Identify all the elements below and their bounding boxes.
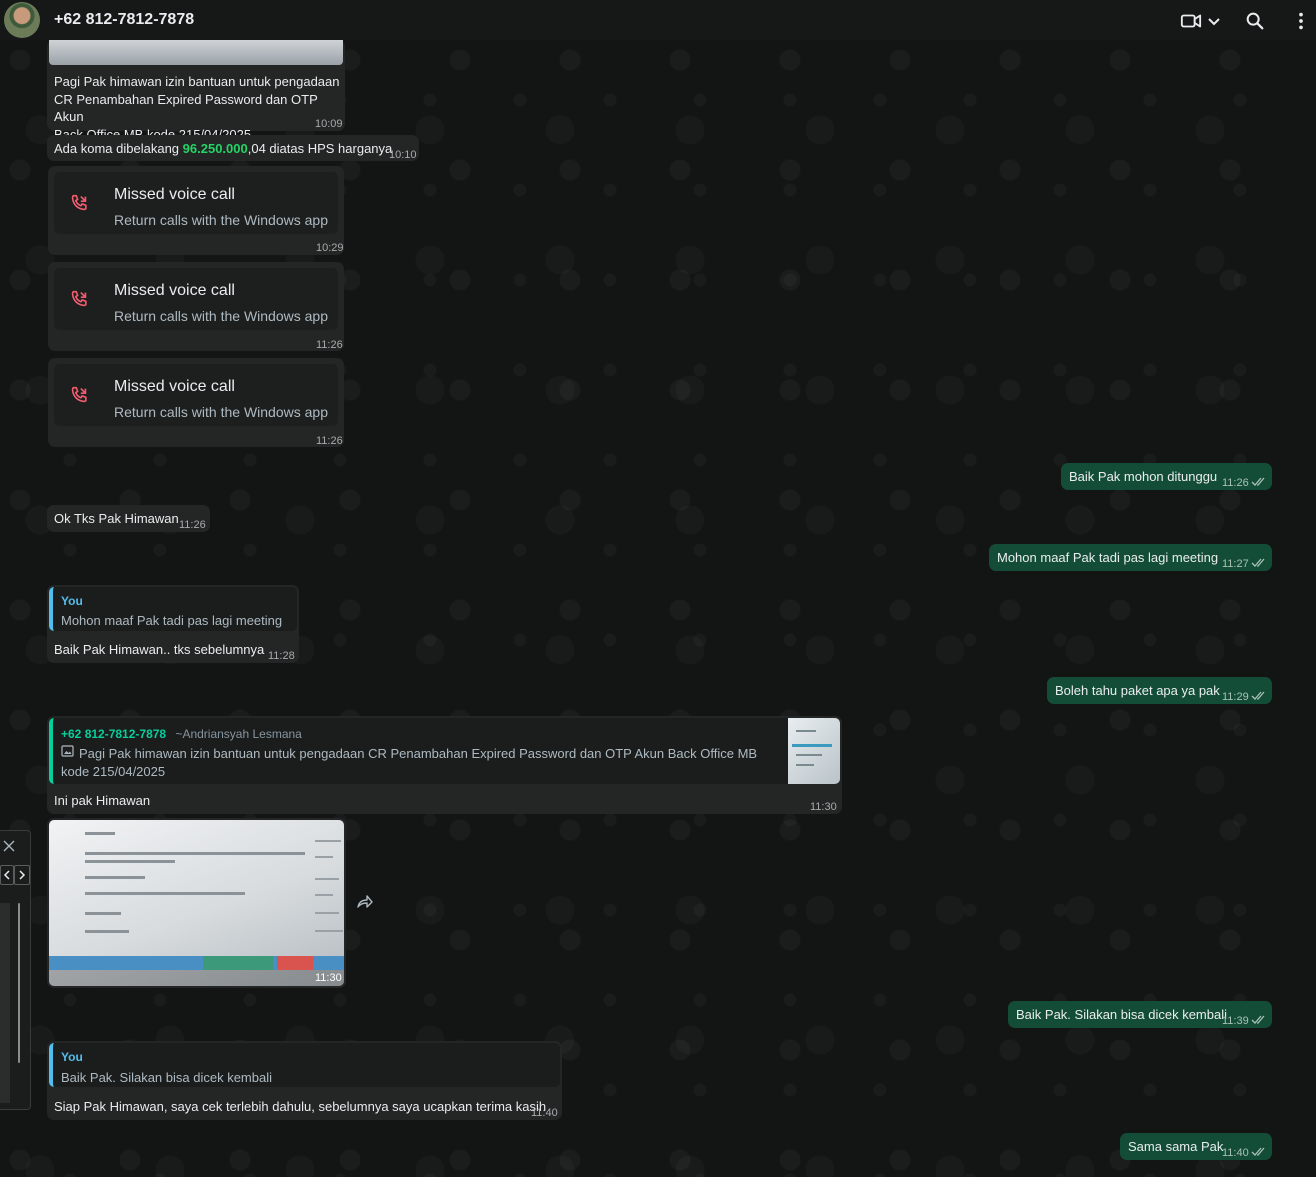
- quoted-message[interactable]: +62 812-7812-7878 ~Andriansyah Lesmana P…: [49, 718, 840, 784]
- message-text: Sama sama Pak: [1128, 1139, 1224, 1154]
- next-button[interactable]: [14, 865, 30, 885]
- missed-call-card[interactable]: Missed voice call Return calls with the …: [48, 262, 344, 351]
- close-icon[interactable]: [3, 839, 15, 852]
- message-text: Siap Pak Himawan, saya cek terlebih dahu…: [54, 1099, 547, 1114]
- message-text: Ada koma dibelakang: [54, 141, 183, 156]
- read-ticks-icon: [1251, 1015, 1265, 1024]
- message-incoming[interactable]: +62 812-7812-7878 ~Andriansyah Lesmana P…: [47, 716, 842, 814]
- quote-author: You: [61, 594, 83, 608]
- message-time: 11:28: [268, 650, 295, 662]
- quote-text: Mohon maaf Pak tadi pas lagi meeting: [61, 613, 283, 628]
- document-photo[interactable]: [49, 820, 344, 986]
- call-title: Missed voice call: [114, 378, 235, 395]
- image-message[interactable]: 11:30: [47, 818, 346, 988]
- message-time: 11:39: [1222, 1015, 1249, 1027]
- quote-thumbnail: [788, 718, 840, 784]
- missed-call-icon: [68, 288, 90, 310]
- quote-text: Baik Pak. Silakan bisa dicek kembali: [61, 1070, 272, 1085]
- image-icon: [61, 745, 75, 758]
- read-ticks-icon: [1251, 477, 1265, 486]
- call-subtitle: Return calls with the Windows app: [114, 404, 328, 420]
- quote-author: You: [61, 1050, 83, 1064]
- quote-text: kode 215/04/2025: [61, 764, 166, 779]
- forward-icon[interactable]: [356, 894, 374, 910]
- message-incoming[interactable]: Ok Tks Pak Himawan 11:26: [47, 505, 210, 532]
- scrollbar[interactable]: [18, 903, 20, 1063]
- message-time: 11:26: [316, 435, 343, 447]
- prev-button[interactable]: [0, 865, 14, 885]
- quoted-message[interactable]: You Mohon maaf Pak tadi pas lagi meeting: [49, 587, 297, 631]
- message-text: ,04 diatas HPS harganya: [247, 141, 393, 156]
- call-title: Missed voice call: [114, 282, 235, 299]
- call-subtitle: Return calls with the Windows app: [114, 212, 328, 228]
- message-time: 11:40: [1222, 1147, 1249, 1159]
- message-text: Mohon maaf Pak tadi pas lagi meeting: [997, 550, 1219, 565]
- avatar[interactable]: [4, 2, 40, 38]
- message-time: 11:40: [531, 1107, 558, 1119]
- message-incoming[interactable]: Ada koma dibelakang 96.250.000,04 diatas…: [47, 135, 419, 161]
- message-outgoing[interactable]: Mohon maaf Pak tadi pas lagi meeting 11:…: [989, 544, 1272, 571]
- message-text: Pagi Pak himawan izin bantuan untuk peng…: [54, 74, 340, 89]
- message-time: 10:10: [389, 149, 417, 161]
- highlighted-number: 96.250.000: [182, 141, 248, 156]
- chevron-down-icon[interactable]: [1206, 10, 1222, 32]
- image-thumbnail[interactable]: [49, 40, 343, 65]
- missed-call-card[interactable]: Missed voice call Return calls with the …: [48, 166, 344, 255]
- contact-name[interactable]: +62 812-7812-7878: [54, 11, 194, 29]
- search-icon[interactable]: [1244, 10, 1266, 32]
- message-outgoing[interactable]: Baik Pak mohon ditunggu 11:26: [1061, 463, 1272, 490]
- message-text: CR Penambahan Expired Password dan OTP A…: [54, 91, 318, 125]
- message-time: 11:26: [179, 519, 206, 531]
- message-incoming[interactable]: Pagi Pak himawan izin bantuan untuk peng…: [47, 40, 345, 142]
- message-time: 11:30: [315, 972, 342, 984]
- message-outgoing[interactable]: Boleh tahu paket apa ya pak 11:29: [1047, 677, 1272, 704]
- quote-text: Pagi Pak himawan izin bantuan untuk peng…: [79, 746, 758, 761]
- read-ticks-icon: [1251, 691, 1265, 700]
- message-incoming[interactable]: You Mohon maaf Pak tadi pas lagi meeting…: [47, 585, 299, 663]
- message-outgoing[interactable]: Sama sama Pak 11:40: [1120, 1133, 1272, 1160]
- message-outgoing[interactable]: Baik Pak. Silakan bisa dicek kembali 11:…: [1008, 1001, 1272, 1028]
- message-time: 11:29: [1222, 691, 1249, 703]
- read-ticks-icon: [1251, 558, 1265, 567]
- message-time: 10:09: [315, 118, 343, 130]
- quote-author-name: ~Andriansyah Lesmana: [175, 727, 302, 741]
- message-time: 11:30: [810, 801, 837, 813]
- quote-author: +62 812-7812-7878: [61, 727, 167, 741]
- message-text: Boleh tahu paket apa ya pak: [1055, 683, 1220, 698]
- message-text: Baik Pak. Silakan bisa dicek kembali: [1016, 1007, 1227, 1022]
- message-time: 11:26: [316, 339, 343, 351]
- missed-call-icon: [68, 384, 90, 406]
- message-text: Baik Pak mohon ditunggu: [1069, 469, 1218, 484]
- message-time: 11:27: [1222, 558, 1249, 570]
- message-text: Baik Pak Himawan.. tks sebelumnya: [54, 642, 265, 657]
- call-subtitle: Return calls with the Windows app: [114, 308, 328, 324]
- message-time: 10:29: [316, 242, 344, 254]
- message-time: 11:26: [1222, 477, 1249, 489]
- message-text: Ini pak Himawan: [54, 793, 151, 808]
- message-text: Ok Tks Pak Himawan: [54, 511, 179, 526]
- quoted-message[interactable]: You Baik Pak. Silakan bisa dicek kembali: [49, 1043, 560, 1087]
- missed-call-card[interactable]: Missed voice call Return calls with the …: [48, 358, 344, 447]
- read-ticks-icon: [1251, 1147, 1265, 1156]
- media-viewer-panel[interactable]: [0, 830, 31, 1110]
- missed-call-icon: [68, 192, 90, 214]
- menu-dots-icon[interactable]: [1290, 10, 1312, 32]
- chat-header: +62 812-7812-7878: [0, 0, 1316, 40]
- call-title: Missed voice call: [114, 186, 235, 203]
- video-call-icon[interactable]: [1180, 10, 1202, 32]
- message-incoming[interactable]: You Baik Pak. Silakan bisa dicek kembali…: [47, 1041, 562, 1120]
